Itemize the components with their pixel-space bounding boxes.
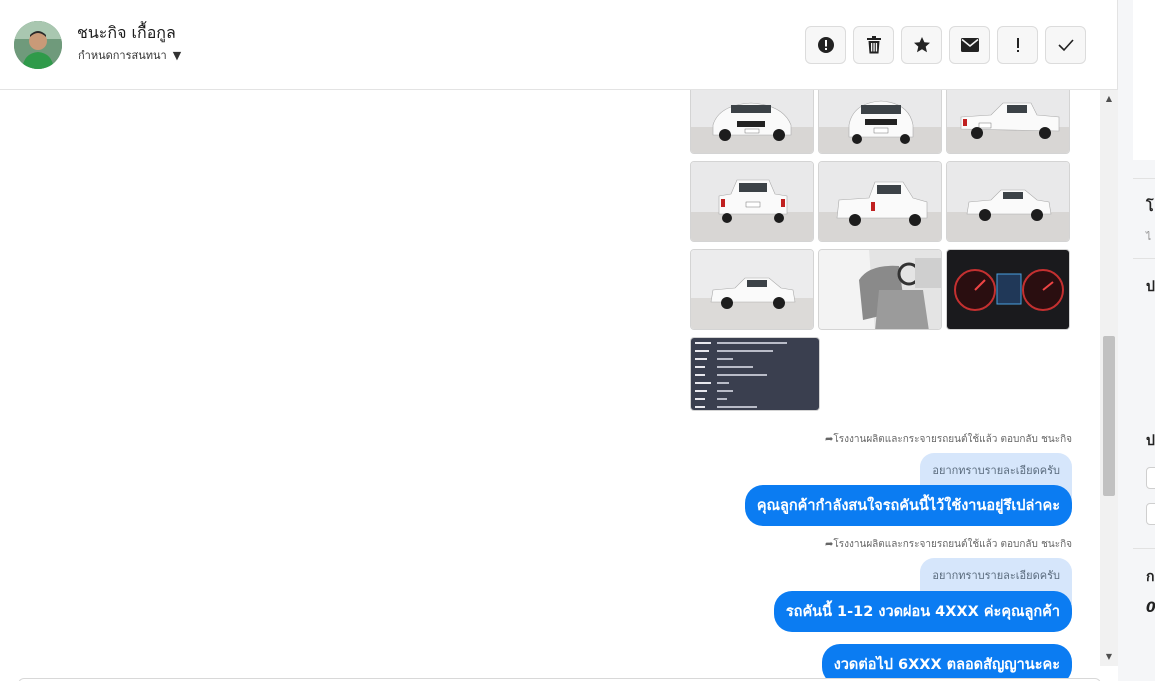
photo-thumbnail[interactable] [946,249,1070,330]
photo-thumbnail[interactable] [690,90,814,154]
trash-icon [866,36,881,54]
scroll-down-icon[interactable]: ▼ [1100,650,1118,664]
outgoing-message[interactable]: งวดต่อไป 6XXX ตลอดสัญญานะคะ [821,644,1072,681]
action-toolbar [805,26,1086,64]
scroll-thumb[interactable] [1103,336,1115,496]
section-title: ป [1146,279,1155,295]
outgoing-message[interactable]: รถคันนี้ 1-12 งวดผ่อน 4XXX ค่ะคุณลูกค้า [773,591,1072,632]
envelope-icon [960,38,979,52]
message-scrollbar[interactable]: ▲ ▼ [1100,90,1118,666]
divider [1133,178,1155,179]
message-list: ➦โรงงานผลิตและกระจายรถยนต์ใช้แล้ว ตอบกลั… [0,90,1100,681]
photo-thumbnail[interactable] [690,337,820,411]
checkbox[interactable] [1146,503,1155,525]
assign-conversation-dropdown[interactable]: กำหนดการสนทนา ▼ [78,46,181,64]
reply-note: ➦โรงงานผลิตและกระจายรถยนต์ใช้แล้ว ตอบกลั… [824,434,1072,445]
outgoing-message[interactable]: คุณลูกค้ากำลังสนใจรถคันนี้ไว้ใช้งานอยู่ร… [744,485,1072,526]
reply-note: ➦โรงงานผลิตและกระจายรถยนต์ใช้แล้ว ตอบกลั… [824,539,1072,550]
alert-circle-icon [817,37,834,53]
photo-thumbnail[interactable] [690,249,814,330]
photo-thumbnail[interactable] [818,249,942,330]
divider [1133,258,1155,259]
section-value: 0 [1146,600,1155,616]
photo-thumbnail[interactable] [690,161,814,242]
star-icon [913,37,930,53]
section-title: โ [1146,199,1154,215]
email-button[interactable] [949,26,990,64]
avatar[interactable] [14,21,62,69]
mark-important-button[interactable] [997,26,1038,64]
resolve-button[interactable] [1045,26,1086,64]
chat-window: ชนะกิจ เกื้อกูล กำหนดการสนทนา ▼ ➦โรงงานผ… [0,0,1155,681]
photo-thumbnail[interactable] [946,161,1070,242]
photo-thumbnail[interactable] [946,90,1070,154]
contact-name: ชนะกิจ เกื้อกูล [77,23,176,42]
assign-label: กำหนดการสนทนา [78,49,167,62]
delete-button[interactable] [853,26,894,64]
section-title: ก [1146,569,1155,585]
exclamation-icon [1016,38,1019,52]
star-button[interactable] [901,26,942,64]
photo-thumbnail[interactable] [818,161,942,242]
info-card [1133,0,1155,160]
section-title: ป [1146,433,1155,449]
alert-button[interactable] [805,26,846,64]
section-subtitle: ไ [1146,232,1152,243]
caret-down-icon: ▼ [172,48,182,62]
scroll-up-icon[interactable]: ▲ [1100,92,1118,106]
divider [1133,548,1155,549]
conversation-header: ชนะกิจ เกื้อกูล กำหนดการสนทนา ▼ [0,0,1118,90]
checkbox[interactable] [1146,467,1155,489]
photo-thumbnail[interactable] [818,90,942,154]
customer-info-panel: โ ไ ป ป ก 0 [1118,0,1155,681]
check-icon [1057,39,1074,52]
